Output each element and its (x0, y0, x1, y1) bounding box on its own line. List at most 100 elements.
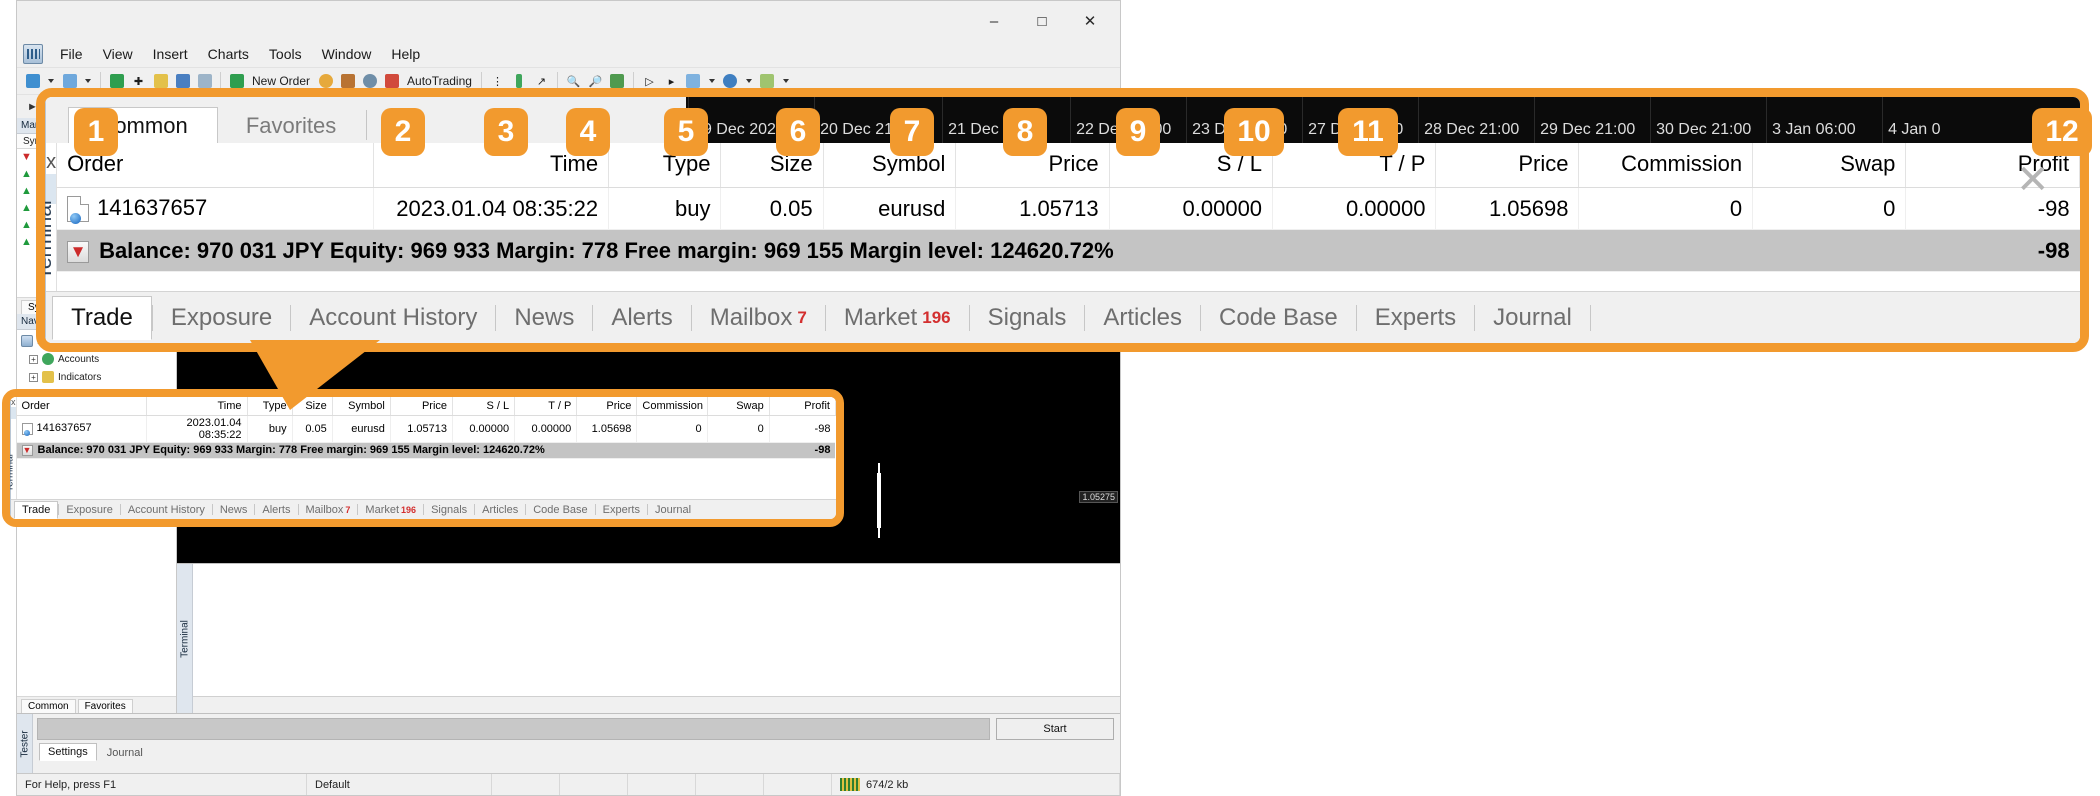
tab-divider (366, 110, 368, 140)
menu-window[interactable]: Window (313, 43, 381, 65)
status-cell-2 (560, 774, 628, 795)
trade-table-magnified: Order Time Type Size Symbol Price S / L … (57, 143, 2080, 272)
tab-journal[interactable]: Journal (1475, 298, 1590, 338)
cell-stop-loss[interactable]: 0.00000 (452, 415, 516, 443)
order-document-icon-small (21, 422, 33, 436)
tab-news[interactable]: News (496, 298, 592, 338)
cell-swap: 0 (707, 415, 770, 443)
close-button[interactable]: ✕ (1066, 5, 1114, 37)
cell-take-profit[interactable]: 0.00000 (1272, 187, 1437, 230)
tab-signals-small[interactable]: Signals (424, 502, 474, 518)
templates-dropdown-icon[interactable] (782, 79, 789, 83)
tab-news-small[interactable]: News (213, 502, 255, 518)
tab-mailbox[interactable]: Mailbox 7 (692, 298, 825, 338)
balance-summary-cell: ▼ Balance: 970 031 JPY Equity: 969 933 Ma… (57, 229, 1906, 272)
table-row[interactable]: 141637657 2023.01.04 08:35:22 buy 0.05 e… (16, 415, 836, 443)
tab-market[interactable]: Market 196 (826, 298, 969, 338)
cell-type: buy (608, 187, 722, 230)
tab-favorites[interactable]: Favorites (77, 699, 133, 713)
tab-signals[interactable]: Signals (970, 298, 1085, 338)
magnified-terminal-callout: Terminal Common Favorites 19 Dec 2022 20… (36, 88, 2089, 352)
new-order-label[interactable]: New Order (249, 74, 313, 88)
menu-view[interactable]: View (94, 43, 142, 65)
tab-code-base[interactable]: Code Base (1201, 298, 1356, 338)
tab-alerts[interactable]: Alerts (593, 298, 690, 338)
cell-symbol: eurusd (332, 415, 391, 443)
col-current-price[interactable]: Price (576, 397, 638, 416)
tab-trade[interactable]: Trade (52, 295, 152, 340)
profiles-dropdown-icon[interactable] (85, 79, 91, 83)
tester-controls-row: Start (37, 718, 1114, 740)
tab-trade-small[interactable]: Trade (14, 500, 59, 519)
col-commission[interactable]: Commission (636, 397, 708, 416)
terminal-close-icon-magnified[interactable]: x (46, 143, 56, 174)
tester-tab-journal[interactable]: Journal (99, 745, 151, 761)
periods-dropdown-icon[interactable] (745, 79, 752, 83)
tab-exposure-small[interactable]: Exposure (59, 502, 119, 518)
col-commission[interactable]: Commission (1578, 143, 1754, 188)
navigator-item-accounts[interactable]: + Accounts (17, 350, 176, 368)
col-take-profit[interactable]: T / P (514, 397, 578, 416)
menu-tools[interactable]: Tools (260, 43, 311, 65)
new-chart-icon[interactable] (23, 72, 42, 91)
col-current-price[interactable]: Price (1435, 143, 1580, 188)
menu-file[interactable]: File (51, 43, 92, 65)
trade-table-header-magnified: Order Time Type Size Symbol Price S / L … (57, 143, 2080, 188)
minimize-button[interactable]: – (970, 5, 1018, 37)
menu-bar: File View Insert Charts Tools Window Hel… (17, 41, 1120, 67)
cell-take-profit[interactable]: 0.00000 (514, 415, 578, 443)
table-row[interactable]: 141637657 2023.01.04 08:35:22 buy 0.05 e… (57, 187, 2080, 230)
time-tick: 3 Jan 06:00 (1772, 121, 1856, 138)
tab-experts[interactable]: Experts (1357, 298, 1474, 338)
col-symbol[interactable]: Symbol (823, 143, 957, 188)
menu-insert[interactable]: Insert (144, 43, 197, 65)
cell-commission: 0 (1578, 187, 1754, 230)
cell-order: 141637657 (16, 415, 148, 443)
tab-experts-small[interactable]: Experts (596, 502, 647, 518)
indicators-dropdown-icon[interactable] (708, 79, 715, 83)
close-order-icon-small[interactable]: ✕ (839, 417, 844, 430)
accounts-icon (42, 353, 54, 365)
expand-icon[interactable]: + (29, 354, 38, 364)
tab-mailbox-small[interactable]: Mailbox 7 (299, 502, 358, 518)
time-tick: 29 Dec 21:00 (1540, 121, 1636, 138)
status-profile: Default (307, 774, 492, 795)
tab-alerts-small[interactable]: Alerts (255, 502, 297, 518)
menu-charts[interactable]: Charts (199, 43, 258, 65)
tab-articles[interactable]: Articles (1085, 298, 1200, 338)
maximize-button[interactable]: □ (1018, 5, 1066, 37)
terminal-close-icon-small[interactable]: x (11, 397, 16, 407)
menu-help[interactable]: Help (382, 43, 429, 65)
cell-open-price: 1.05713 (955, 187, 1110, 230)
order-document-icon (67, 196, 90, 225)
tab-exposure[interactable]: Exposure (153, 298, 290, 338)
new-chart-dropdown-icon[interactable] (48, 79, 54, 83)
tester-start-button[interactable]: Start (996, 718, 1114, 740)
tester-progress-bar (37, 718, 990, 740)
expand-icon[interactable]: + (29, 372, 38, 382)
tab-account-history[interactable]: Account History (291, 298, 495, 338)
terminal-strip-label: Terminal (179, 619, 190, 658)
tab-favorites-magnified[interactable]: Favorites (226, 107, 356, 143)
cell-current-price: 1.05698 (1435, 187, 1580, 230)
tab-market-small[interactable]: Market 196 (358, 502, 423, 518)
tab-common[interactable]: Common (21, 699, 76, 713)
step-marker-9: 9 (1116, 108, 1160, 156)
tester-tab-settings[interactable]: Settings (39, 743, 97, 761)
navigator-tabs-magnified: Common Favorites 19 Dec 2022 20 Dec 21:0… (46, 97, 2080, 143)
cell-stop-loss[interactable]: 0.00000 (1109, 187, 1274, 230)
close-order-icon-magnified[interactable]: ✕ (2016, 160, 2050, 200)
balance-summary-cell: ▼ Balance: 970 031 JPY Equity: 969 933 Ma… (16, 442, 770, 459)
navigator-item-indicators[interactable]: + Indicators (17, 368, 176, 386)
col-order[interactable]: Order (16, 397, 148, 416)
tab-journal-small[interactable]: Journal (648, 502, 698, 518)
tab-articles-small[interactable]: Articles (475, 502, 525, 518)
autotrading-label[interactable]: AutoTrading (404, 74, 475, 88)
tab-account-history-small[interactable]: Account History (121, 502, 212, 518)
col-swap[interactable]: Swap (1752, 143, 1907, 188)
col-swap[interactable]: Swap (707, 397, 770, 416)
tab-code-base-small[interactable]: Code Base (526, 502, 594, 518)
col-time[interactable]: Time (146, 397, 248, 416)
terminal-body (193, 564, 1120, 713)
col-profit[interactable]: Profit (769, 397, 836, 416)
